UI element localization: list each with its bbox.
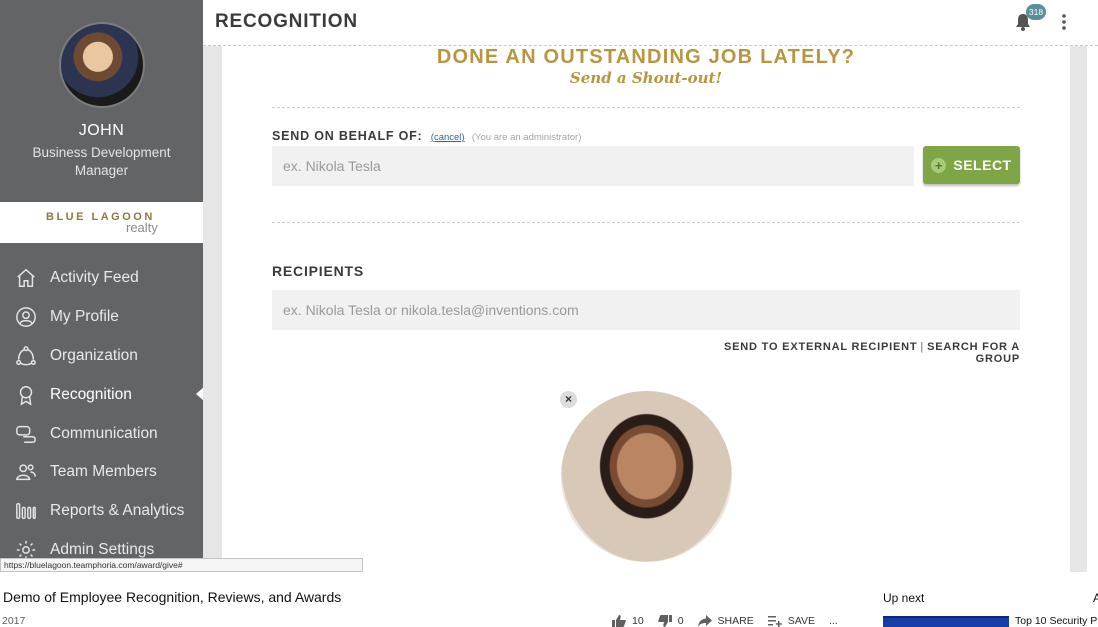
cancel-link[interactable]: (cancel) [431,132,465,143]
brand-sub: realty [126,220,158,235]
sidebar: JOHN Business Development Manager BLUE L… [0,0,204,572]
share-button[interactable]: SHARE [697,615,754,627]
like-button[interactable]: 10 [612,615,644,627]
recipient-avatar [561,391,732,562]
next-video-thumbnail[interactable] [883,616,1009,627]
divider [272,107,1020,108]
behalf-label-row: SEND ON BEHALF OF: (cancel) (You are an … [272,129,581,143]
bar-chart-icon [14,499,38,523]
sidebar-item-label: Recognition [50,385,132,403]
more-menu-icon[interactable] [1061,13,1067,31]
admin-note: (You are an administrator) [471,132,582,143]
sidebar-item-label: Activity Feed [50,269,139,287]
profile-card: JOHN Business Development Manager [0,0,203,202]
app-window: JOHN Business Development Manager BLUE L… [0,0,1098,627]
sidebar-nav: Activity Feed My Profile Organization Re… [0,259,204,569]
top-header: RECOGNITION 318 [203,0,1098,46]
status-url: https://bluelagoon.teamphoria.com/award/… [0,558,363,572]
behalf-input[interactable]: ex. Nikola Tesla [272,146,914,186]
sidebar-item-label: Team Members [50,463,157,481]
recipient-links: SEND TO EXTERNAL RECIPIENT | SEARCH FOR A … [700,341,1020,365]
save-label: SAVE [787,615,815,627]
share-icon [697,615,712,627]
like-count: 10 [632,615,644,627]
select-button[interactable]: + SELECT [923,146,1020,184]
plus-icon: + [931,157,947,173]
video-title: Demo of Employee Recognition, Reviews, a… [3,589,342,605]
sidebar-item-activity-feed[interactable]: Activity Feed [0,259,203,298]
thumbs-down-icon [657,615,672,627]
recipients-label: RECIPIENTS [272,263,365,279]
more-actions-button[interactable]: ... [829,615,838,627]
video-date: 2017 [2,615,26,627]
up-next-label: Up next [883,591,925,605]
sidebar-item-label: Admin Settings [50,540,155,558]
external-recipient-link[interactable]: SEND TO EXTERNAL RECIPIENT [724,341,917,353]
user-role: Business Development Manager [32,145,171,178]
video-info-bar: Demo of Employee Recognition, Reviews, a… [0,572,1098,627]
sidebar-item-communication[interactable]: Communication [0,414,203,453]
shoutout-headline: DONE AN OUTSTANDING JOB LATELY? [436,46,856,68]
shoutout-subline: Send a Shout-out! [569,69,723,87]
team-icon [14,460,38,484]
recipients-input[interactable]: ex. Nikola Tesla or nikola.tesla@inventi… [272,290,1020,330]
sidebar-item-reports[interactable]: Reports & Analytics [0,492,203,531]
dislike-button[interactable]: 0 [657,615,684,627]
sidebar-item-label: Communication [50,424,158,442]
sidebar-item-recognition[interactable]: Recognition [0,375,204,414]
user-name: JOHN [78,122,125,139]
divider [272,222,1020,223]
ribbon-award-icon [14,383,38,407]
shoutout-card: DONE AN OUTSTANDING JOB LATELY? Send a S… [222,46,1070,572]
dislike-count: 0 [677,615,684,627]
scrollbar-track[interactable] [1087,46,1098,572]
chat-bubbles-icon [14,422,38,446]
thumbs-up-icon [612,615,626,627]
autoplay-label: A [1093,591,1098,605]
select-button-label: SELECT [953,157,1012,173]
sidebar-item-organization[interactable]: Organization [0,337,203,376]
link-separator: | [920,341,925,353]
brand-logo[interactable]: BLUE LAGOON realty [0,202,203,243]
search-group-link[interactable]: SEARCH FOR A GROUP [927,341,1020,365]
page-title: RECOGNITION [215,11,358,32]
home-icon [14,266,38,290]
sidebar-item-label: Reports & Analytics [50,502,185,520]
video-actions: 10 0 SHARE SAVE ... [612,615,852,627]
org-cycle-icon [14,344,38,368]
sidebar-item-label: My Profile [50,308,119,326]
avatar[interactable] [58,22,145,108]
remove-recipient-button[interactable]: × [560,391,577,408]
playlist-add-icon [767,616,782,627]
save-button[interactable]: SAVE [767,615,815,627]
sidebar-item-label: Organization [50,346,138,364]
behalf-label: SEND ON BEHALF OF: [272,129,423,143]
notification-badge: 318 [1026,4,1046,20]
sidebar-item-my-profile[interactable]: My Profile [0,298,203,337]
next-video-title[interactable]: Top 10 Security Pr [1015,615,1098,627]
share-label: SHARE [717,615,754,627]
user-circle-icon [14,305,38,329]
sidebar-item-team-members[interactable]: Team Members [0,453,203,492]
